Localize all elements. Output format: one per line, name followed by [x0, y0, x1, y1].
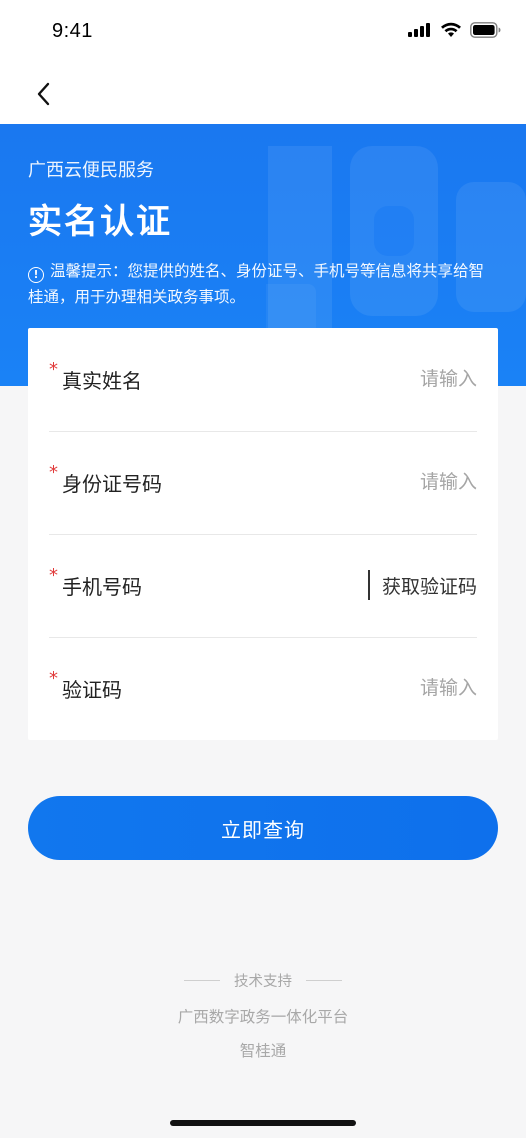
id-number-label: * 身份证号码 [49, 462, 162, 497]
signal-icon [408, 23, 430, 37]
get-code-button[interactable]: 获取验证码 [382, 572, 477, 599]
phone-row: * 手机号码 获取验证码 [49, 534, 477, 636]
status-time: 9:41 [52, 20, 93, 42]
phone-input-group: 获取验证码 [223, 570, 477, 600]
divider [184, 980, 220, 981]
required-mark: * [49, 461, 58, 483]
separator [367, 570, 370, 600]
nav-bar [0, 64, 526, 124]
name-label-text: 真实姓名 [62, 368, 142, 393]
code-label-text: 验证码 [62, 677, 122, 702]
code-row: * 验证码 [49, 637, 477, 739]
id-number-input[interactable] [317, 471, 477, 493]
id-number-row: * 身份证号码 [49, 431, 477, 533]
id-number-label-text: 身份证号码 [62, 471, 162, 496]
divider [306, 980, 342, 981]
code-label: * 验证码 [49, 668, 122, 703]
required-mark: * [49, 564, 58, 586]
phone-label: * 手机号码 [49, 565, 142, 600]
status-bar: 9:41 [0, 0, 526, 64]
chevron-left-icon [37, 82, 50, 106]
status-icons [408, 22, 502, 38]
name-label: * 真实姓名 [49, 359, 142, 394]
code-input[interactable] [317, 677, 477, 699]
home-indicator [170, 1120, 356, 1126]
name-input[interactable] [317, 368, 477, 390]
verification-form: * 真实姓名 * 身份证号码 * 手机号码 获取验证码 * 验证码 [28, 328, 498, 740]
footer-org: 广西数字政务一体化平台 [177, 1008, 349, 1026]
phone-label-text: 手机号码 [62, 574, 142, 599]
footer-app: 智桂通 [239, 1042, 287, 1060]
name-row: * 真实姓名 [49, 328, 477, 430]
phone-input[interactable] [223, 574, 364, 596]
required-mark: * [49, 358, 58, 380]
page-title: 实名认证 [28, 202, 172, 242]
wifi-icon [441, 22, 461, 37]
support-line: 技术支持 [0, 970, 526, 991]
battery-icon [470, 22, 501, 38]
privacy-tip-text: 温馨提示：您提供的姓名、身份证号、手机号等信息将共享给智桂通，用于办理相关政务事… [28, 262, 485, 306]
support-label: 技术支持 [234, 974, 292, 990]
back-button[interactable] [28, 78, 60, 110]
footer: 技术支持 广西数字政务一体化平台 智桂通 [0, 970, 526, 1061]
required-mark: * [49, 667, 58, 689]
privacy-tip: ! 温馨提示：您提供的姓名、身份证号、手机号等信息将共享给智桂通，用于办理相关政务… [28, 258, 498, 310]
info-icon: ! [28, 266, 44, 283]
hero-subtitle: 广西云便民服务 [28, 160, 154, 181]
submit-button[interactable]: 立即查询 [28, 796, 498, 860]
